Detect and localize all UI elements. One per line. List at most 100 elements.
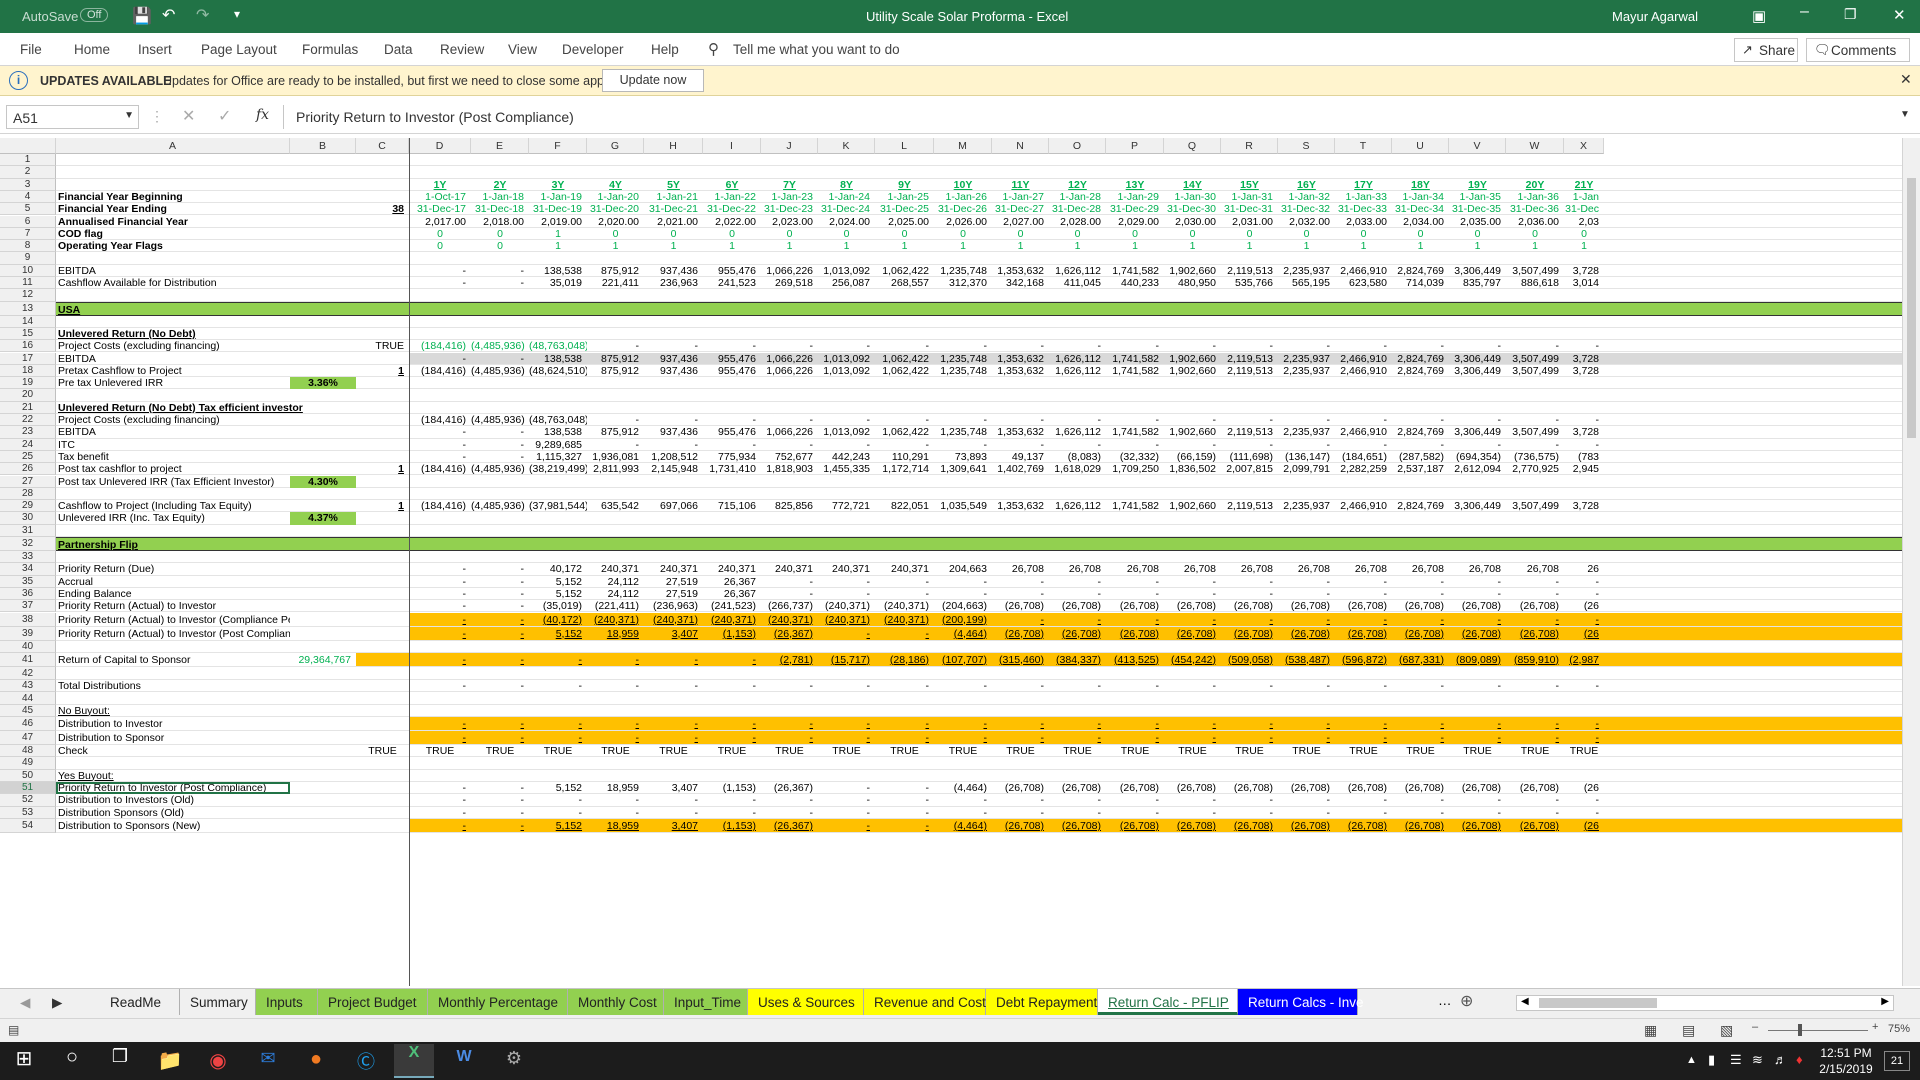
cell-value[interactable]: 27,519 [644,588,703,600]
tab-home[interactable]: Home [74,42,110,57]
cell-value[interactable]: - [1392,414,1449,426]
row-label[interactable]: Unlevered Return (No Debt) Tax efficient… [56,402,416,414]
cell-value[interactable]: 2,023.00 [761,216,818,228]
cell-value[interactable]: - [1335,576,1392,588]
cell-value[interactable]: 697,066 [644,500,703,512]
cell-value[interactable]: 2,466,910 [1335,353,1392,365]
tab-data[interactable]: Data [384,42,413,57]
cell-value[interactable]: (26,708) [1449,627,1506,641]
cortana-icon[interactable]: ○ [52,1046,92,1078]
cell-value[interactable]: TRUE [1106,745,1164,757]
cell-value[interactable]: 875,912 [587,265,644,277]
row-header[interactable]: 34 [0,563,56,576]
cell-value[interactable]: - [992,588,1049,600]
cell-value[interactable]: - [644,439,703,451]
cell-value[interactable] [290,717,356,731]
cell-value[interactable]: 312,370 [934,277,992,289]
column-header-e[interactable]: E [471,138,529,154]
cell-value[interactable]: 0 [818,228,875,240]
cell-value[interactable]: (184,416) [409,463,471,475]
chevron-down-icon[interactable]: ▼ [124,110,134,121]
tab-page-layout[interactable]: Page Layout [201,42,277,57]
cell-value[interactable]: 14Y [1164,179,1221,191]
cell-value[interactable]: - [1049,414,1106,426]
cell-value[interactable]: 3,728 [1564,426,1604,438]
row-label[interactable]: Priority Return to Investor (Post Compli… [56,782,290,795]
cell-value[interactable]: 2,029.00 [1106,216,1164,228]
cell-value[interactable]: TRUE [934,745,992,757]
row-header[interactable]: 19 [0,377,56,390]
cell-value[interactable]: 1 [1164,240,1221,252]
cell-value[interactable]: 26,367 [703,588,761,600]
cell-value[interactable]: (454,242) [1164,653,1221,667]
cell-value[interactable]: - [1506,807,1564,819]
cell-value[interactable]: - [587,414,644,426]
cell-value[interactable]: - [992,794,1049,806]
tool-icon[interactable]: ⚙ [494,1048,534,1080]
cell-value[interactable]: - [1221,588,1278,600]
cell-value[interactable]: 17Y [1335,179,1392,191]
cell-value[interactable]: 31-Dec-33 [1335,203,1392,215]
cell-value[interactable]: - [1278,588,1335,600]
column-header-u[interactable]: U [1392,138,1449,154]
cell-value[interactable]: 1,066,226 [761,365,818,377]
cell-value[interactable]: - [1506,588,1564,600]
cell-value[interactable]: TRUE [992,745,1049,757]
cell-value[interactable]: TRUE [644,745,703,757]
cell-value[interactable] [356,451,409,463]
cell-value[interactable]: 6Y [703,179,761,191]
cell-value[interactable]: 240,371 [644,563,703,575]
cell-value[interactable] [290,794,356,806]
cell-value[interactable]: - [875,588,934,600]
cell-value[interactable]: 240,371 [587,563,644,575]
cell-value[interactable]: - [1506,717,1564,731]
row-label[interactable]: Post tax Unlevered IRR (Tax Efficient In… [56,476,290,488]
cell-value[interactable]: - [409,782,471,794]
cell-value[interactable]: (26,708) [992,600,1049,612]
cell-value[interactable]: (736,575) [1506,451,1564,463]
cell-value[interactable]: 1,353,632 [992,426,1049,438]
cell-value[interactable]: - [587,794,644,806]
formula-input[interactable]: Priority Return to Investor (Post Compli… [283,105,1903,129]
row-header[interactable]: 13 [0,301,56,316]
cell-value[interactable]: 2,026.00 [934,216,992,228]
cell-value[interactable]: 715,106 [703,500,761,512]
cell-value[interactable] [356,613,409,627]
row-header[interactable]: 53 [0,806,56,819]
cell-value[interactable]: 1-Jan-23 [761,191,818,203]
cell-value[interactable] [290,353,356,365]
cell-value[interactable]: 1 [1106,240,1164,252]
row-label[interactable]: Project Costs (excluding financing) [56,340,290,352]
cell-value[interactable]: 2,031.00 [1221,216,1278,228]
row-label[interactable]: Check [56,745,290,757]
cell-value[interactable]: 1,618,029 [1049,463,1106,475]
cell-value[interactable]: 1,902,660 [1164,265,1221,277]
cell-value[interactable]: 1 [587,240,644,252]
cell-value[interactable]: (26,708) [1506,782,1564,794]
cell-value[interactable]: 1,013,092 [818,265,875,277]
tab-view[interactable]: View [508,42,537,57]
cell-value[interactable] [290,627,356,641]
cell-value[interactable]: (2,987 [1564,653,1604,667]
cell-value[interactable]: - [875,717,934,731]
cell-value[interactable]: 1,626,112 [1049,426,1106,438]
cell-value[interactable] [290,414,356,426]
cell-value[interactable]: - [471,717,529,731]
cell-value[interactable]: - [934,576,992,588]
cell-value[interactable]: - [529,653,587,667]
cell-value[interactable]: 26,708 [1164,563,1221,575]
cell-value[interactable]: - [409,563,471,575]
cell-value[interactable]: 26,708 [1449,563,1506,575]
cell-value[interactable]: - [409,807,471,819]
cell-value[interactable]: 1 [703,240,761,252]
cell-value[interactable]: - [1506,576,1564,588]
enter-icon[interactable]: ✓ [218,106,231,126]
cell-value[interactable]: - [875,439,934,451]
cell-value[interactable]: 0 [1106,228,1164,240]
cell-value[interactable]: - [1164,576,1221,588]
cell-value[interactable]: TRUE [703,745,761,757]
cell-value[interactable]: - [1506,340,1564,352]
cell-value[interactable]: 31-Dec-30 [1164,203,1221,215]
cell-value[interactable]: - [1221,613,1278,627]
cell-value[interactable]: 0 [1506,228,1564,240]
